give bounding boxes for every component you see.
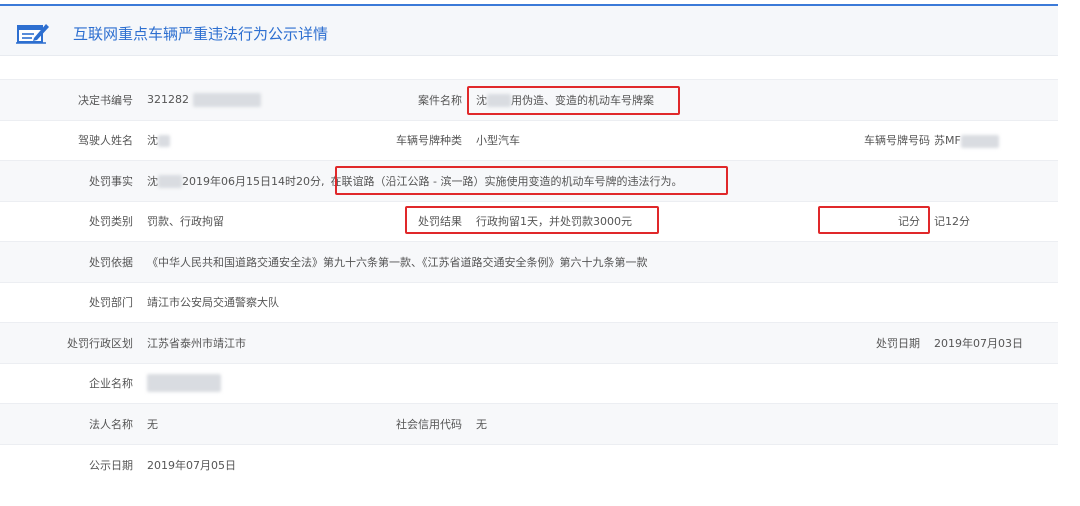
page-title: 互联网重点车辆严重违法行为公示详情 [73,25,329,43]
redaction-blur [147,374,221,393]
decision-no-label: 决定书编号 [0,79,141,120]
decision-no-value: 321282 [141,79,361,120]
region-value: 江苏省泰州市靖江市 [141,322,864,363]
basis-value: 《中华人民共和国道路交通安全法》第九十六条第一款、《江苏省道路交通安全条例》第六… [141,241,1058,282]
penalty-date-label: 处罚日期 [864,322,928,363]
redaction-blur [960,134,999,148]
company-value [141,362,1058,404]
redaction-blur [192,92,261,107]
credit-code-label: 社会信用代码 [361,403,470,444]
penalty-date-value: 2019年07月03日 [928,322,1058,363]
table-row: 处罚类别 罚款、行政拘留 处罚结果 行政拘留1天，并处罚款3000元 记分 记1… [0,200,1058,242]
publish-date-value: 2019年07月05日 [141,443,1058,485]
table-row: 决定书编号 321282 案件名称 沈用伪造、变造的机动车号牌案 [0,79,1058,120]
driver-name-label: 驾驶人姓名 [0,119,141,161]
penalty-result-label: 处罚结果 [361,200,470,242]
page-header: 互联网重点车辆严重违法行为公示详情 [0,6,1058,56]
credit-code-value: 无 [470,403,1058,444]
driver-name-value: 沈 [141,119,361,161]
redaction-blur [158,175,182,189]
document-edit-icon [16,20,50,44]
table-row: 处罚行政区划 江苏省泰州市靖江市 处罚日期 2019年07月03日 [0,322,1058,363]
company-label: 企业名称 [0,362,141,404]
table-row: 公示日期 2019年07月05日 [0,443,1058,485]
basis-label: 处罚依据 [0,241,141,282]
department-value: 靖江市公安局交通警察大队 [141,281,1058,323]
penalty-type-label: 处罚类别 [0,200,141,242]
table-row: 处罚事实 沈 2019年06月15日14时20分, 在联谊路（沿江公路 - 滨一路）… [0,160,1058,201]
case-name-value: 沈用伪造、变造的机动车号牌案 [470,79,864,120]
table-row: 法人名称 无 社会信用代码 无 [0,403,1058,444]
table-row: 企业名称 [0,362,1058,404]
plate-no-label: 车辆号牌号码 [864,119,930,161]
department-label: 处罚部门 [0,281,141,323]
legal-person-value: 无 [141,403,361,444]
facts-highlight-text: 在联谊路（沿江公路 - 滨一路）实施使用变造的机动车号牌的违法行为。 [330,174,683,188]
redaction-blur [158,135,170,148]
plate-type-label: 车辆号牌种类 [361,119,470,161]
region-label: 处罚行政区划 [0,322,141,363]
points-value: 记12分 [928,200,1058,242]
redaction-blur [487,94,511,108]
facts-label: 处罚事实 [0,160,141,201]
facts-value: 沈 2019年06月15日14时20分, 在联谊路（沿江公路 - 滨一路）实施使用变… [141,160,1058,201]
publish-date-label: 公示日期 [0,443,141,485]
table-row: 处罚依据 《中华人民共和国道路交通安全法》第九十六条第一款、《江苏省道路交通安全… [0,241,1058,282]
table-row: 驾驶人姓名 沈 车辆号牌种类 小型汽车 车辆号牌号码 苏MF [0,119,1058,161]
plate-no-value: 苏MF [928,119,1058,161]
penalty-result-value: 行政拘留1天，并处罚款3000元 [470,200,864,242]
case-name-label: 案件名称 [361,79,470,120]
penalty-type-value: 罚款、行政拘留 [141,200,361,242]
points-label: 记分 [864,200,928,242]
table-row: 处罚部门 靖江市公安局交通警察大队 [0,281,1058,323]
plate-type-value: 小型汽车 [470,119,864,161]
violation-details-table: 决定书编号 321282 案件名称 沈用伪造、变造的机动车号牌案 驾驶人姓名 沈… [0,79,1058,485]
legal-person-label: 法人名称 [0,403,141,444]
